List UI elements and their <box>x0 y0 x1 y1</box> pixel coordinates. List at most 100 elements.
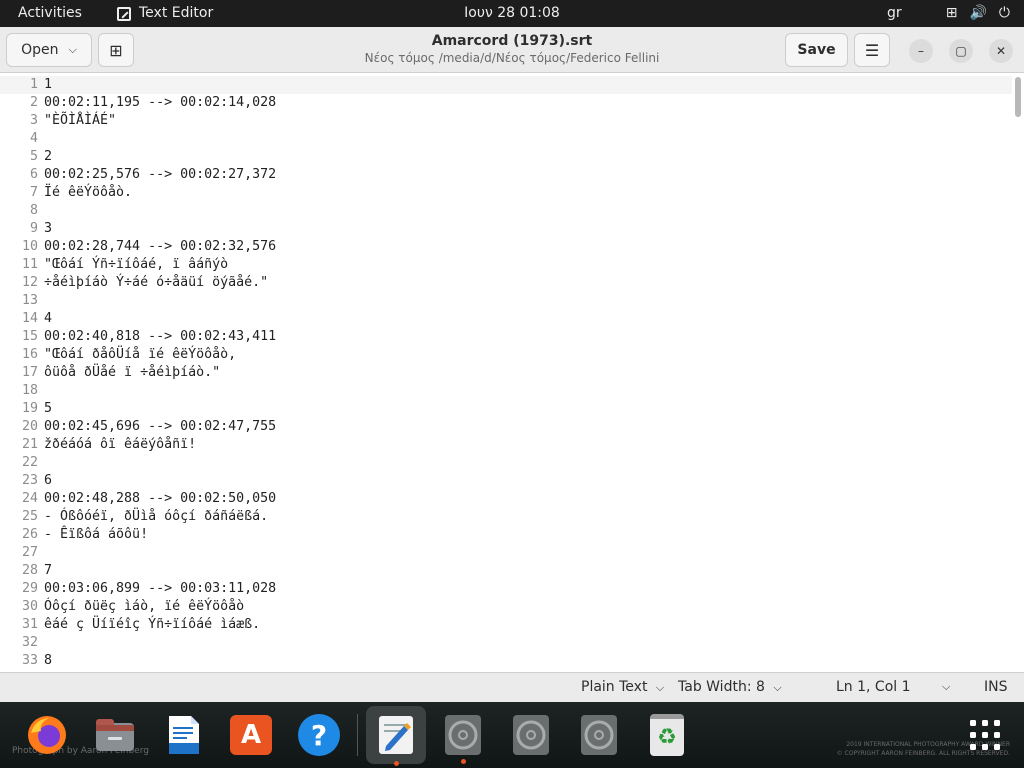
running-indicator <box>461 759 466 764</box>
help-icon: ? <box>298 714 340 756</box>
line-number: 4 <box>29 131 38 146</box>
line-number: 28 <box>21 563 38 578</box>
line-text[interactable]: 5 <box>44 400 52 418</box>
line-number: 32 <box>21 635 38 650</box>
line-text[interactable]: 6 <box>44 472 52 490</box>
disc-icon <box>445 715 481 755</box>
line-number: 33 <box>21 653 38 668</box>
line-text[interactable]: - Êïßôá áõôü! <box>44 526 148 544</box>
maximize-icon: ▢ <box>955 44 967 58</box>
line-text[interactable]: "Œôáí Ýñ÷ïíôáé, ï âáñýò <box>44 256 228 274</box>
dock-help[interactable]: ? <box>294 710 344 760</box>
line-text[interactable]: 7 <box>44 562 52 580</box>
show-applications-button[interactable] <box>960 710 1010 760</box>
line-number: 30 <box>21 599 38 614</box>
firefox-icon <box>28 716 66 754</box>
tab-width-label: Tab Width: 8 <box>678 679 765 695</box>
line-text[interactable]: 2 <box>44 148 52 166</box>
save-button[interactable]: Save <box>785 33 848 67</box>
software-icon: A <box>230 715 272 755</box>
line-number: 24 <box>21 491 38 506</box>
system-tray[interactable]: ⊞ 🔊 ⏻ <box>946 0 1010 27</box>
volume-icon[interactable]: 🔊 <box>969 0 986 27</box>
line-text[interactable]: "ÈÕÌÅÌÁÉ" <box>44 112 116 130</box>
line-number: 5 <box>29 149 38 164</box>
tab-width-selector[interactable]: Tab Width: 8 ⌵ <box>678 673 782 703</box>
minimize-button[interactable]: – <box>909 39 933 63</box>
line-number: 23 <box>21 473 38 488</box>
line-number: 31 <box>21 617 38 632</box>
line-number: 13 <box>21 293 38 308</box>
dock-trash[interactable]: ♻ <box>642 710 692 760</box>
line-text[interactable]: 1 <box>44 76 52 94</box>
line-text[interactable]: Ïé êëÝöôåò. <box>44 184 132 202</box>
line-text[interactable]: ôüôå ðÜåé ï ÷åéìþíáò." <box>44 364 220 382</box>
line-text[interactable]: 00:02:28,744 --> 00:02:32,576 <box>44 238 276 256</box>
line-number: 26 <box>21 527 38 542</box>
chevron-down-icon: ⌵ <box>655 681 665 694</box>
main-menu-button[interactable]: ☰ <box>854 33 890 67</box>
maximize-button[interactable]: ▢ <box>949 39 973 63</box>
line-number: 10 <box>21 239 38 254</box>
close-button[interactable]: ✕ <box>989 39 1013 63</box>
line-text[interactable]: 8 <box>44 652 52 670</box>
line-number: 22 <box>21 455 38 470</box>
close-icon: ✕ <box>995 44 1007 58</box>
dock-disc-3[interactable] <box>574 710 624 760</box>
line-text[interactable]: žðéáóá ôï êáëýôåñï! <box>44 436 196 454</box>
line-text[interactable]: 3 <box>44 220 52 238</box>
line-text[interactable]: 00:02:45,696 --> 00:02:47,755 <box>44 418 276 436</box>
files-icon <box>96 719 134 751</box>
line-text[interactable]: êáé ç Üíïéîç Ýñ÷ïíôáé ìáæß. <box>44 616 260 634</box>
new-document-button[interactable]: ⊞ <box>98 33 134 67</box>
chevron-down-icon: ⌵ <box>773 681 782 694</box>
cursor-position[interactable]: Ln 1, Col 1 <box>836 673 911 703</box>
line-text[interactable]: - Óßôóéï, ðÜìå óôçí ðáñáëßá. <box>44 508 268 526</box>
line-text[interactable]: 00:03:06,899 --> 00:03:11,028 <box>44 580 276 598</box>
dock-software[interactable]: A <box>226 710 276 760</box>
power-icon[interactable]: ⏻ <box>999 0 1010 27</box>
line-number: 12 <box>21 275 38 290</box>
text-editor-area[interactable]: 1 1 2 00:02:11,195 --> 00:02:14,028 3 "ÈÕÌÅÌÁ… <box>0 73 1024 672</box>
line-number: 27 <box>21 545 38 560</box>
line-number: 3 <box>29 113 38 128</box>
line-number: 15 <box>21 329 38 344</box>
line-text[interactable]: 4 <box>44 310 52 328</box>
running-indicator <box>394 761 399 766</box>
language-selector[interactable]: Plain Text ⌵ <box>581 673 664 703</box>
disc-icon <box>581 715 617 755</box>
line-number: 14 <box>21 311 38 326</box>
recycle-glyph: ♻ <box>657 725 677 750</box>
vertical-scrollbar[interactable] <box>1015 77 1021 117</box>
line-text[interactable]: ÷åéìþíáò Ý÷áé ó÷åäüí öýãåé." <box>44 274 268 292</box>
line-number: 8 <box>29 203 38 218</box>
line-number: 18 <box>21 383 38 398</box>
line-number: 20 <box>21 419 38 434</box>
trash-icon: ♻ <box>650 714 684 756</box>
dock-files[interactable] <box>90 710 140 760</box>
line-text[interactable]: 00:02:25,576 --> 00:02:27,372 <box>44 166 276 184</box>
chevron-down-icon[interactable]: ⌵ <box>942 673 950 703</box>
line-text[interactable]: "Œôáí ðåôÜíå ïé êëÝöôåò, <box>44 346 236 364</box>
dock-firefox[interactable] <box>22 710 72 760</box>
chevron-down-icon: ⌵ <box>68 43 77 56</box>
dock-disc-2[interactable] <box>506 710 556 760</box>
line-text[interactable]: Óôçí ðüëç ìáò, ïé êëÝöôåò <box>44 598 244 616</box>
dock-disc-1[interactable] <box>438 710 488 764</box>
dock-writer[interactable] <box>158 710 208 760</box>
line-text[interactable]: 00:02:40,818 --> 00:02:43,411 <box>44 328 276 346</box>
minimize-icon: – <box>918 44 924 58</box>
insert-mode-indicator[interactable]: INS <box>984 673 1008 703</box>
line-number: 6 <box>29 167 38 182</box>
open-button[interactable]: Open ⌵ <box>6 33 92 67</box>
line-number: 2 <box>29 95 38 110</box>
line-number: 9 <box>29 221 38 236</box>
line-text[interactable]: 00:02:48,288 --> 00:02:50,050 <box>44 490 276 508</box>
app-grid-icon <box>970 720 1000 750</box>
network-icon[interactable]: ⊞ <box>946 0 958 27</box>
line-number: 7 <box>29 185 38 200</box>
line-text[interactable]: 00:02:11,195 --> 00:02:14,028 <box>44 94 276 112</box>
dock-text-editor[interactable] <box>366 706 426 766</box>
clock[interactable]: Ιουν 28 01:08 <box>0 0 1024 27</box>
keyboard-language-indicator[interactable]: gr <box>887 0 902 27</box>
